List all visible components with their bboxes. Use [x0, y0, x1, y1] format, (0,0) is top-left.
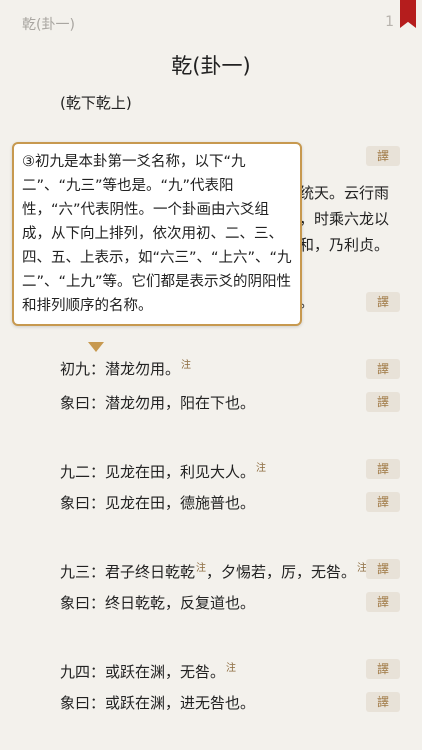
- translate-button[interactable]: 譯: [366, 559, 400, 579]
- line-chujiu: 初九：潜龙勿用。注: [60, 356, 191, 379]
- line-text: 九三：君子终日乾乾: [60, 563, 196, 581]
- annotation-text: ③初九是本卦第一爻名称，以下“九二”、“九三”等也是。“九”代表阳性，“六”代表…: [22, 154, 292, 314]
- line-xiang-3: 象曰：终日乾乾，反复道也。: [60, 592, 255, 613]
- translate-button[interactable]: 譯: [366, 359, 400, 379]
- line-jiusi: 九四：或跃在渊，无咎。注: [60, 659, 236, 682]
- line-xiang-1: 象曰：潜龙勿用，阳在下也。: [60, 392, 255, 413]
- page-title: 乾(卦一): [171, 54, 251, 78]
- popup-pointer: [88, 342, 104, 352]
- translate-button[interactable]: 譯: [366, 392, 400, 412]
- translate-button[interactable]: 譯: [366, 292, 400, 312]
- translate-button[interactable]: 譯: [366, 492, 400, 512]
- line-xiang-2: 象曰：见龙在田，德施普也。: [60, 492, 255, 513]
- annotation-popup[interactable]: ③初九是本卦第一爻名称，以下“九二”、“九三”等也是。“九”代表阳性，“六”代表…: [12, 142, 302, 326]
- line-xiang-4: 象曰：或跃在渊，进无咎也。: [60, 692, 255, 713]
- page-subtitle: (乾下乾上): [60, 94, 132, 112]
- line-text: 九四：或跃在渊，无咎。: [60, 663, 226, 681]
- note-mark[interactable]: 注: [256, 463, 266, 474]
- bookmark-icon[interactable]: [400, 0, 416, 28]
- line-text: 象曰：或跃在渊，进无咎也。: [60, 694, 256, 712]
- line-text-2: ，夕惕若，厉，无咎。: [206, 563, 357, 581]
- top-bar: 乾(卦一) 1: [0, 0, 422, 44]
- translate-button[interactable]: 譯: [366, 692, 400, 712]
- line-text: 象曰：终日乾乾，反复道也。: [60, 594, 256, 612]
- translate-button[interactable]: 譯: [366, 592, 400, 612]
- note-mark[interactable]: 注: [226, 663, 236, 674]
- page-number: 1: [385, 14, 394, 30]
- line-text: 初九：潜龙勿用。: [60, 360, 181, 378]
- translate-button[interactable]: 譯: [366, 459, 400, 479]
- line-jiuer: 九二：见龙在田，利见大人。注: [60, 459, 266, 482]
- line-text: 象曰：见龙在田，德施普也。: [60, 494, 256, 512]
- line-text: 象曰：潜龙勿用，阳在下也。: [60, 394, 256, 412]
- line-text: 九二：见龙在田，利见大人。: [60, 463, 256, 481]
- line-jiusan: 九三：君子终日乾乾注，夕惕若，厉，无咎。注: [60, 559, 367, 582]
- note-mark[interactable]: 注: [181, 360, 191, 371]
- note-mark[interactable]: 注: [196, 563, 206, 574]
- translate-button[interactable]: 譯: [366, 146, 400, 166]
- chapter-title: 乾(卦一): [22, 17, 75, 33]
- translate-button[interactable]: 譯: [366, 659, 400, 679]
